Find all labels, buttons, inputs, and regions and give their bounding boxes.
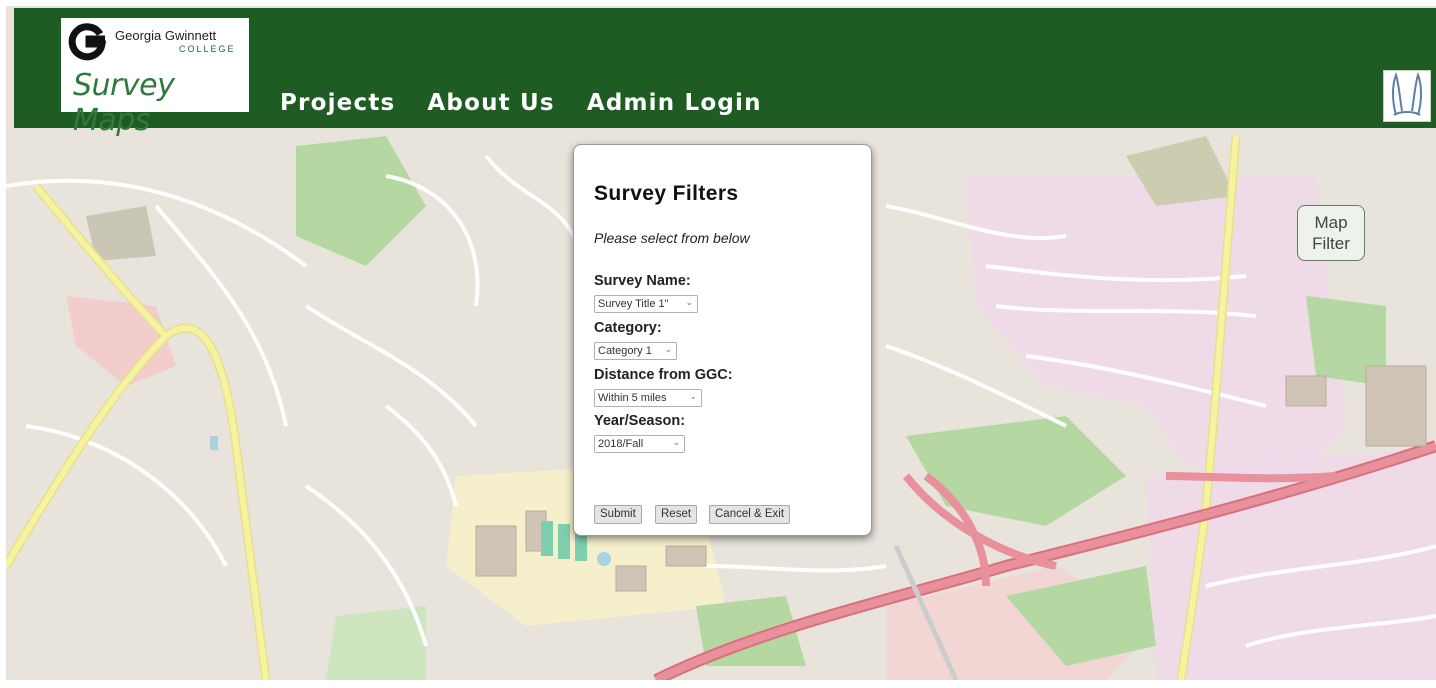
site-logo[interactable]: Georgia Gwinnett COLLEGE Survey Maps <box>61 18 249 138</box>
nav-about-us[interactable]: About Us <box>427 90 554 116</box>
nav-admin-login[interactable]: Admin Login <box>587 90 762 116</box>
category-select[interactable]: Category 1 ⌄ <box>594 342 677 360</box>
distance-value: Within 5 miles <box>598 392 667 404</box>
site-header: Georgia Gwinnett COLLEGE Survey Maps Pro… <box>14 8 1436 138</box>
map-filter-label-line2: Filter <box>1312 234 1350 253</box>
year-season-value: 2018/Fall <box>598 438 644 450</box>
chevron-down-icon: ⌄ <box>672 437 680 447</box>
main-nav: Projects About Us Admin Login <box>280 90 762 116</box>
survey-filters-dialog: Survey Filters Please select from below … <box>573 144 872 536</box>
survey-name-value: Survey Title 1" <box>598 298 669 310</box>
distance-label: Distance from GGC: <box>594 367 733 383</box>
submit-button[interactable]: Submit <box>594 505 642 524</box>
grizzly-mascot-icon <box>1383 70 1431 122</box>
ggc-g-logo-icon <box>68 23 107 61</box>
chevron-down-icon: ⌄ <box>664 344 672 354</box>
year-season-label: Year/Season: <box>594 413 686 429</box>
map-filter-label-line1: Map <box>1314 213 1348 232</box>
survey-name-select[interactable]: Survey Title 1" ⌄ <box>594 295 698 313</box>
map-filter-button[interactable]: Map Filter <box>1297 205 1365 261</box>
college-subtitle: COLLEGE <box>179 44 236 54</box>
cancel-exit-button[interactable]: Cancel & Exit <box>709 505 791 524</box>
reset-button[interactable]: Reset <box>655 505 698 524</box>
survey-name-label: Survey Name: <box>594 273 691 289</box>
college-name: Georgia Gwinnett <box>115 28 217 43</box>
category-label: Category: <box>594 320 662 336</box>
category-value: Category 1 <box>598 345 652 357</box>
distance-select[interactable]: Within 5 miles ⌄ <box>594 389 702 407</box>
nav-projects[interactable]: Projects <box>280 90 395 116</box>
year-season-select[interactable]: 2018/Fall ⌄ <box>594 435 685 453</box>
app-name: Survey Maps <box>73 68 175 138</box>
dialog-title: Survey Filters <box>594 182 739 205</box>
chevron-down-icon: ⌄ <box>689 391 697 401</box>
dialog-subtitle: Please select from below <box>594 230 750 246</box>
chevron-down-icon: ⌄ <box>685 297 693 307</box>
